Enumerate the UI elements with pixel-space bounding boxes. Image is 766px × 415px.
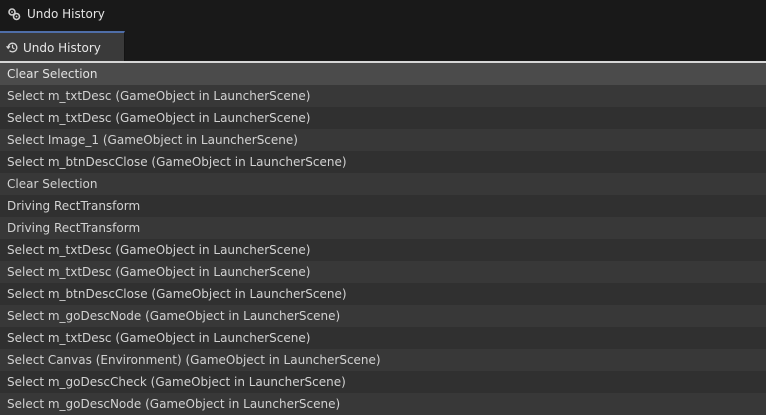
title-bar: Undo History [0,0,766,27]
history-row[interactable]: Select m_btnDescClose (GameObject in Lau… [0,151,766,173]
history-row[interactable]: Select m_btnDescClose (GameObject in Lau… [0,283,766,305]
tab-label: Undo History [23,40,101,55]
history-row[interactable]: Select m_txtDesc (GameObject in Launcher… [0,261,766,283]
history-row[interactable]: Select m_goDescNode (GameObject in Launc… [0,393,766,415]
history-row[interactable]: Select m_goDescCheck (GameObject in Laun… [0,371,766,393]
history-row[interactable]: Clear Selection [0,63,766,85]
tab-undo-history[interactable]: Undo History [0,31,125,62]
history-row[interactable]: Clear Selection [0,173,766,195]
history-row[interactable]: Select Canvas (Environment) (GameObject … [0,349,766,371]
history-row[interactable]: Select m_txtDesc (GameObject in Launcher… [0,107,766,129]
history-row[interactable]: Select m_txtDesc (GameObject in Launcher… [0,239,766,261]
tab-strip: Undo History [0,27,766,62]
undo-history-list: Clear Selection Select m_txtDesc (GameObj… [0,63,766,415]
history-row[interactable]: Select Image_1 (GameObject in LauncherSc… [0,129,766,151]
history-row[interactable]: Driving RectTransform [0,217,766,239]
history-row[interactable]: Driving RectTransform [0,195,766,217]
history-row[interactable]: Select m_txtDesc (GameObject in Launcher… [0,327,766,349]
history-row[interactable]: Select m_txtDesc (GameObject in Launcher… [0,85,766,107]
history-row[interactable]: Select m_goDescNode (GameObject in Launc… [0,305,766,327]
window-title: Undo History [27,6,105,21]
unity-logo-icon [7,7,21,21]
history-icon [6,41,19,54]
